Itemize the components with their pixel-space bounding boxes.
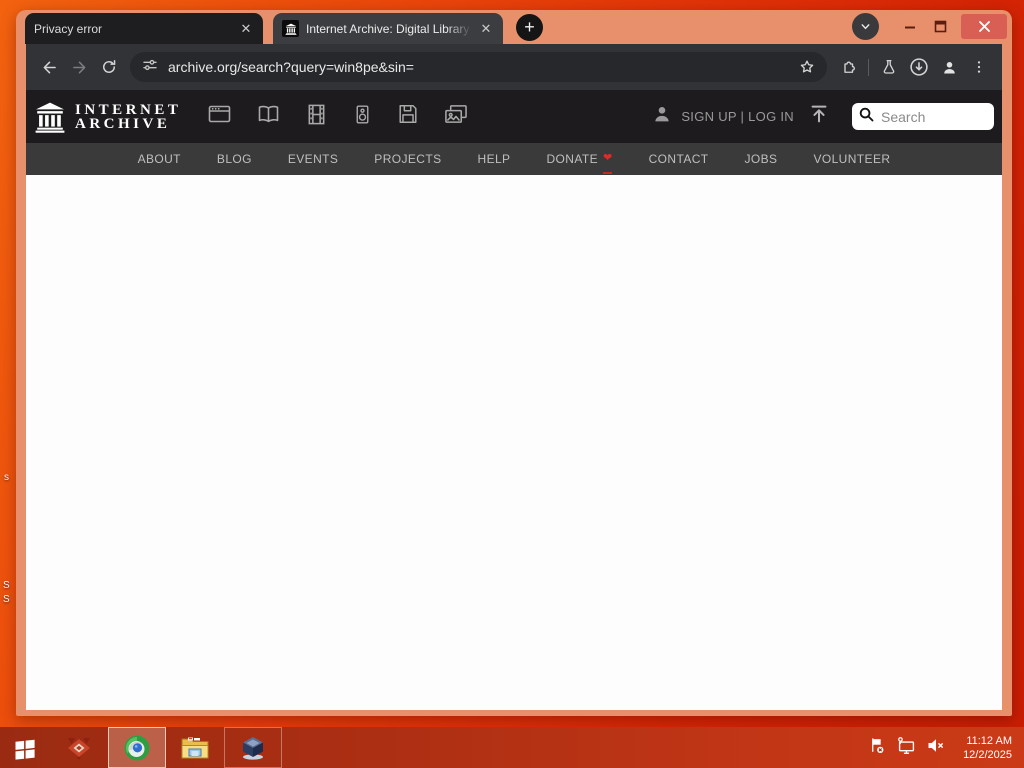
internet-archive-logo[interactable]: INTERNET ARCHIVE <box>34 101 181 133</box>
taskbar-file-explorer-icon[interactable] <box>166 727 224 768</box>
back-button[interactable] <box>34 52 64 82</box>
video-media-icon[interactable] <box>305 103 328 131</box>
ia-search-input[interactable] <box>879 107 990 126</box>
ia-nav-bar: ABOUT BLOG EVENTS PROJECTS HELP DONATE ❤… <box>26 143 1002 175</box>
internet-archive-building-icon <box>34 101 66 133</box>
nav-events[interactable]: EVENTS <box>288 152 338 166</box>
user-person-icon <box>651 103 673 130</box>
logo-text-line1: INTERNET <box>75 101 182 118</box>
nav-blog[interactable]: BLOG <box>217 152 252 166</box>
labs-flask-icon[interactable] <box>874 52 904 82</box>
upload-icon[interactable] <box>808 103 830 130</box>
site-settings-icon[interactable] <box>142 57 158 78</box>
browser-toolbar: archive.org/search?query=win8pe&sin= <box>26 44 1002 90</box>
tab-close-icon[interactable]: ✕ <box>478 21 494 37</box>
heart-icon: ❤ <box>602 152 613 164</box>
menu-kebab-icon[interactable] <box>964 52 994 82</box>
search-icon <box>858 106 875 128</box>
forward-button[interactable] <box>64 52 94 82</box>
tab-title: Internet Archive: Digital Library <box>306 21 472 36</box>
internet-archive-favicon-icon <box>282 20 299 37</box>
address-bar[interactable]: archive.org/search?query=win8pe&sin= <box>130 52 827 82</box>
browser-titlebar[interactable]: Privacy error ✕ Internet Archive: Digita… <box>16 10 1012 44</box>
downloads-icon[interactable] <box>904 52 934 82</box>
minimize-button[interactable] <box>895 15 925 39</box>
action-center-flag-icon[interactable] <box>868 736 887 760</box>
start-button[interactable] <box>0 727 50 768</box>
taskbar-origami-app-icon[interactable] <box>50 727 108 768</box>
taskbar: 11:12 AM 12/2/2025 <box>0 727 1024 768</box>
images-media-icon[interactable] <box>443 103 468 131</box>
signup-login-link[interactable]: SIGN UP | LOG IN <box>681 109 794 124</box>
bookmark-star-icon[interactable] <box>792 52 822 82</box>
nav-jobs[interactable]: JOBS <box>745 152 778 166</box>
reload-button[interactable] <box>94 52 124 82</box>
taskbar-browser-icon[interactable] <box>108 727 166 768</box>
maximize-button[interactable] <box>925 15 955 39</box>
profile-icon[interactable] <box>934 52 964 82</box>
new-tab-button[interactable]: + <box>516 14 543 41</box>
desktop-icon-label-fragment: S <box>3 594 10 605</box>
tab-title: Privacy error <box>34 21 103 36</box>
web-media-icon[interactable] <box>207 103 232 130</box>
tab-internet-archive[interactable]: Internet Archive: Digital Library ✕ <box>273 13 503 44</box>
heart-underline <box>602 172 612 174</box>
browser-window: Privacy error ✕ Internet Archive: Digita… <box>16 10 1012 716</box>
logo-text-line2: ARCHIVE <box>75 115 171 132</box>
toolbar-divider <box>868 58 869 76</box>
texts-media-icon[interactable] <box>256 103 281 130</box>
nav-donate[interactable]: DONATE ❤ <box>546 152 613 174</box>
tab-close-icon[interactable]: ✕ <box>238 21 254 37</box>
extensions-icon[interactable] <box>833 52 863 82</box>
network-status-icon[interactable] <box>896 736 917 760</box>
tab-search-chevron-icon[interactable] <box>852 13 879 40</box>
url-text[interactable]: archive.org/search?query=win8pe&sin= <box>168 59 792 75</box>
nav-about[interactable]: ABOUT <box>138 152 181 166</box>
volume-muted-icon[interactable] <box>926 736 946 760</box>
nav-contact[interactable]: CONTACT <box>649 152 709 166</box>
ia-search-box[interactable] <box>852 103 994 130</box>
software-media-icon[interactable] <box>397 103 419 130</box>
audio-media-icon[interactable] <box>352 103 373 131</box>
close-button[interactable] <box>961 14 1007 39</box>
nav-help[interactable]: HELP <box>478 152 511 166</box>
internet-archive-header: INTERNET ARCHIVE SIGN UP | LOG IN Search <box>26 90 1002 143</box>
clock-date: 12/2/2025 <box>963 748 1012 761</box>
nav-volunteer[interactable]: VOLUNTEER <box>813 152 890 166</box>
clock-time: 11:12 AM <box>966 734 1012 747</box>
desktop-icon-label-fragment: s <box>4 472 9 483</box>
tab-privacy-error[interactable]: Privacy error ✕ <box>25 13 263 44</box>
taskbar-virtualbox-icon[interactable] <box>224 727 282 768</box>
desktop-icon-label-fragment: S <box>3 580 10 591</box>
page-content-blank <box>26 175 1002 710</box>
taskbar-clock[interactable]: 11:12 AM 12/2/2025 <box>963 734 1012 762</box>
nav-projects[interactable]: PROJECTS <box>374 152 441 166</box>
